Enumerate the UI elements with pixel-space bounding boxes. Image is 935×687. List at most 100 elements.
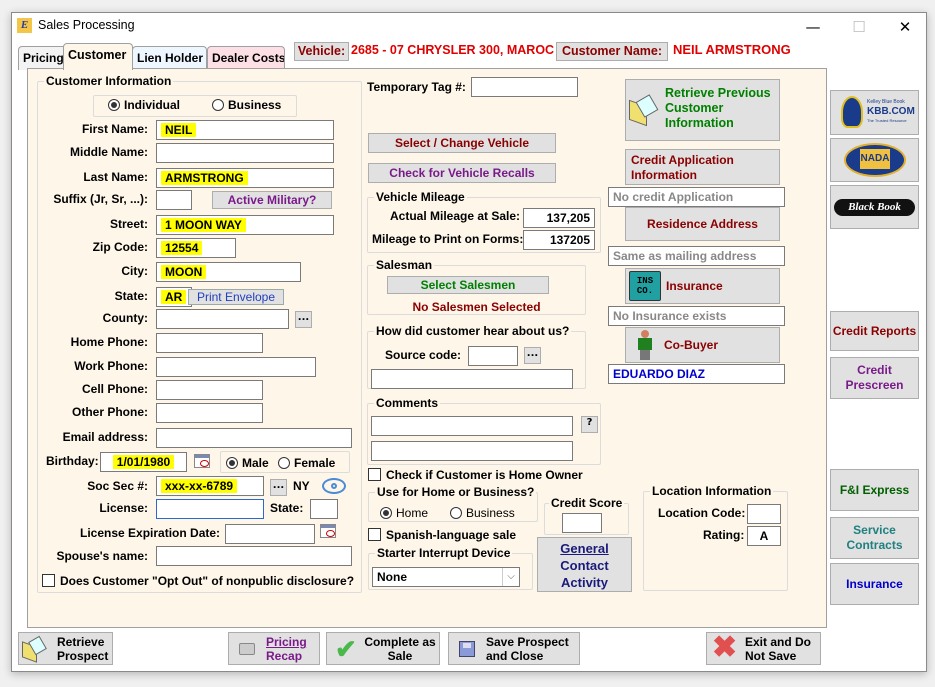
credit-score-input[interactable] (562, 513, 602, 533)
eye-icon[interactable] (322, 478, 346, 494)
co-buyer-button[interactable]: Co-Buyer (625, 327, 780, 363)
source-code-input[interactable] (468, 346, 518, 366)
comments-help-button[interactable]: ? (581, 416, 598, 433)
service-contracts-button[interactable]: Service Contracts (830, 517, 919, 559)
kbb-logo-icon (841, 96, 863, 128)
temp-tag-input[interactable] (471, 77, 578, 97)
customer-name-button[interactable]: Customer Name: (556, 42, 668, 61)
tab-dealer-costs[interactable]: Dealer Costs (207, 46, 285, 70)
general-contact-button[interactable]: General Contact Activity (537, 537, 632, 592)
ssn-lookup-button[interactable]: ... (270, 479, 287, 496)
comment-line-1[interactable] (371, 416, 573, 436)
other-phone-input[interactable] (156, 403, 263, 423)
zip-input[interactable]: 12554 (156, 238, 236, 258)
female-radio[interactable]: Female (278, 456, 335, 470)
spouse-input[interactable] (156, 546, 352, 566)
maximize-button[interactable]: ☐ (836, 13, 882, 41)
close-button[interactable]: ✕ (882, 13, 928, 41)
customer-name-value: NEIL ARMSTRONG (673, 42, 791, 57)
last-name-label: Last Name: (83, 170, 148, 184)
cell-phone-input[interactable] (156, 380, 263, 400)
license-state-input[interactable] (310, 499, 338, 519)
calendar-icon[interactable] (320, 524, 336, 538)
county-input[interactable] (156, 309, 289, 329)
tab-lien-holder[interactable]: Lien Holder (132, 46, 207, 70)
floppy-disk-icon (459, 641, 475, 657)
tab-pricing[interactable]: Pricing (18, 46, 68, 70)
home-radio[interactable]: Home (380, 506, 428, 520)
credit-prescreen-button[interactable]: Credit Prescreen (830, 357, 919, 399)
ssn-label: Soc Sec #: (87, 479, 148, 493)
minimize-button[interactable]: — (790, 13, 836, 41)
starter-device-select[interactable]: None ⌵ (372, 567, 520, 587)
select-vehicle-button[interactable]: Select / Change Vehicle (368, 133, 556, 153)
county-lookup-button[interactable]: ... (295, 311, 312, 328)
black-book-button[interactable]: Black Book (830, 185, 919, 229)
print-envelope-button[interactable]: Print Envelope (188, 289, 284, 305)
birthday-input[interactable]: 1/01/1980 (100, 452, 187, 472)
ssn-input[interactable]: xxx-xx-6789 (156, 476, 264, 496)
residence-address-button[interactable]: Residence Address (625, 207, 780, 241)
source-lookup-button[interactable]: ... (524, 347, 541, 364)
retrieve-previous-button[interactable]: Retrieve Previous Customer Information (625, 79, 780, 141)
chevron-down-icon[interactable]: ⌵ (502, 568, 519, 586)
select-salesmen-button[interactable]: Select Salesmen (387, 276, 549, 294)
fi-express-button[interactable]: F&I Express (830, 469, 919, 511)
print-mileage-input[interactable]: 137205 (523, 230, 595, 250)
opt-out-checkbox[interactable]: Does Customer "Opt Out" of nonpublic dis… (42, 574, 354, 588)
credit-application-button[interactable]: Credit Application Information (625, 149, 780, 185)
use-for-title: Use for Home or Business? (375, 485, 537, 499)
retrieve-prospect-button[interactable]: Retrieve Prospect (18, 632, 113, 665)
kbb-button[interactable]: Kelley Blue Book KBB.COM The Trusted Res… (830, 90, 919, 135)
home-phone-label: Home Phone: (70, 335, 148, 349)
starter-device-title: Starter Interrupt Device (375, 546, 513, 560)
residence-status: Same as mailing address (608, 246, 785, 266)
print-mileage-label: Mileage to Print on Forms: (372, 232, 524, 246)
middle-name-input[interactable] (156, 143, 334, 163)
rating-label: Rating: (703, 528, 745, 542)
pricing-recap-button[interactable]: Pricing Recap (228, 632, 320, 665)
other-phone-label: Other Phone: (71, 405, 148, 419)
vehicle-button[interactable]: Vehicle: (294, 42, 349, 61)
street-input[interactable]: 1 MOON WAY (156, 215, 334, 235)
salesman-status: No Salesmen Selected (412, 300, 541, 314)
checkmark-icon: ✔ (335, 634, 357, 664)
nada-button[interactable]: NADA (830, 138, 919, 182)
city-label: City: (121, 264, 148, 278)
complete-sale-button[interactable]: ✔ Complete as Sale (326, 632, 440, 665)
suffix-input[interactable] (156, 190, 192, 210)
rating-input[interactable]: A (747, 526, 781, 546)
individual-radio[interactable]: Individual (108, 98, 180, 112)
county-label: County: (102, 311, 148, 325)
license-exp-input[interactable] (225, 524, 315, 544)
male-radio[interactable]: Male (226, 456, 269, 470)
insurance-sidebar-button[interactable]: Insurance (830, 563, 919, 605)
license-input[interactable] (156, 499, 264, 519)
home-owner-checkbox[interactable]: Check if Customer is Home Owner (368, 468, 583, 482)
last-name-input[interactable]: ARMSTRONG (156, 168, 334, 188)
active-military-button[interactable]: Active Military? (212, 191, 332, 209)
email-input[interactable] (156, 428, 352, 448)
source-description-input[interactable] (371, 369, 573, 389)
state-input[interactable]: AR (156, 287, 192, 307)
business-radio[interactable]: Business (212, 98, 281, 112)
city-input[interactable]: MOON (156, 262, 301, 282)
tab-customer[interactable]: Customer (63, 43, 133, 70)
credit-reports-button[interactable]: Credit Reports (830, 311, 919, 351)
save-prospect-button[interactable]: Save Prospect and Close (448, 632, 580, 665)
exit-no-save-button[interactable]: ✖ Exit and Do Not Save (706, 632, 821, 665)
check-recalls-button[interactable]: Check for Vehicle Recalls (368, 163, 556, 183)
co-buyer-value: EDUARDO DIAZ (608, 364, 785, 384)
calendar-icon[interactable] (194, 454, 210, 468)
license-exp-label: License Expiration Date: (80, 526, 221, 540)
comment-line-2[interactable] (371, 441, 573, 461)
actual-mileage-input[interactable]: 137,205 (523, 208, 595, 228)
first-name-input[interactable]: NEIL (156, 120, 334, 140)
insurance-button[interactable]: INS CO. Insurance (625, 268, 780, 304)
spanish-sale-checkbox[interactable]: Spanish-language sale (368, 528, 516, 542)
home-phone-input[interactable] (156, 333, 263, 353)
location-code-input[interactable] (747, 504, 781, 524)
folder-hand-icon (629, 94, 659, 127)
work-phone-input[interactable] (156, 357, 316, 377)
business-use-radio[interactable]: Business (450, 506, 515, 520)
